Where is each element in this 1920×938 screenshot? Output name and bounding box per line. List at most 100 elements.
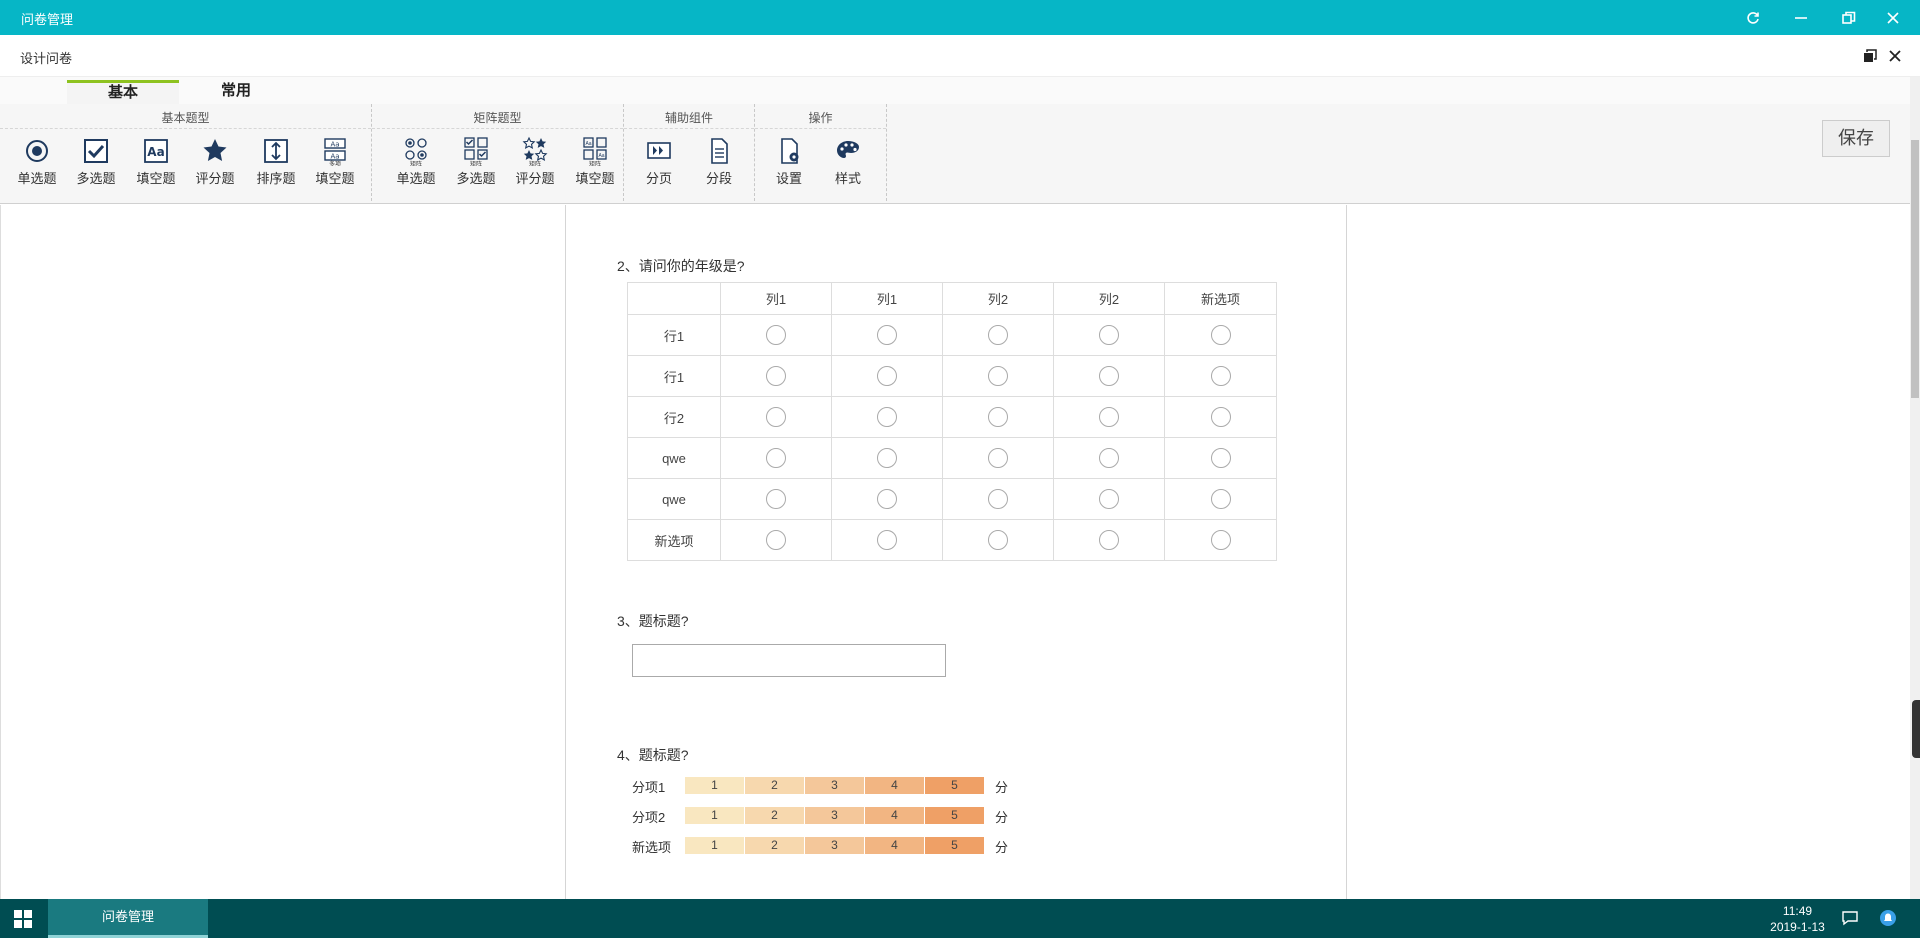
checkbox-icon xyxy=(84,139,108,163)
rating-cell[interactable]: 5 xyxy=(925,837,985,854)
style-button[interactable]: 样式 xyxy=(819,136,877,196)
rating-item-label: 分项2 xyxy=(632,810,666,825)
matrix-star-icon: 矩阵 xyxy=(522,136,548,166)
matrix-radio[interactable] xyxy=(988,530,1008,550)
scrollbar-thumb[interactable] xyxy=(1911,140,1919,398)
single-choice-button[interactable]: 单选题 xyxy=(8,136,66,196)
matrix-multi-choice-button[interactable]: 矩阵 多选题 xyxy=(447,136,505,196)
matrix-radio[interactable] xyxy=(877,407,897,427)
matrix-radio[interactable] xyxy=(877,489,897,509)
matrix-radio[interactable] xyxy=(1099,407,1119,427)
settings-icon xyxy=(781,138,799,164)
rating-cell[interactable]: 5 xyxy=(925,807,985,824)
rating-button[interactable]: 评分题 xyxy=(186,136,244,196)
tab-basic[interactable]: 基本 xyxy=(67,80,179,104)
restore-icon[interactable] xyxy=(1838,7,1860,29)
row-label: 行1 xyxy=(627,314,721,356)
windows-start-icon[interactable] xyxy=(14,910,32,928)
button-label: 多选题 xyxy=(76,172,116,187)
question-title: 2、请问你的年级是? xyxy=(617,258,745,274)
matrix-radio[interactable] xyxy=(766,530,786,550)
matrix-row: qwe xyxy=(627,437,1277,479)
multi-fill-blank-button[interactable]: Aa Aa 多项 填空题 xyxy=(306,136,364,196)
rating-cell[interactable]: 1 xyxy=(685,807,745,824)
matrix-radio[interactable] xyxy=(1099,489,1119,509)
matrix-radio[interactable] xyxy=(877,530,897,550)
page-title: 设计问卷 xyxy=(20,51,73,66)
svg-text:Aa: Aa xyxy=(330,153,339,161)
multi-text-field-icon: AaAa多项 xyxy=(324,138,346,166)
taskbar-app-item[interactable]: 问卷管理 xyxy=(48,899,208,938)
matrix-radio[interactable] xyxy=(988,448,1008,468)
close-panel-icon[interactable] xyxy=(1885,46,1905,66)
system-clock[interactable]: 11:49 2019-1-13 xyxy=(1760,903,1835,935)
rating-cell[interactable]: 1 xyxy=(685,837,745,854)
rating-cell[interactable]: 4 xyxy=(865,777,925,794)
rating-cell[interactable]: 2 xyxy=(745,837,805,854)
matrix-radio[interactable] xyxy=(1210,366,1231,386)
matrix-rating-button[interactable]: 矩阵 评分题 xyxy=(506,136,564,196)
matrix-fill-blank-button[interactable]: Aa Aa 矩阵 填空题 xyxy=(566,136,624,196)
rating-cell[interactable]: 3 xyxy=(805,807,865,824)
matrix-radio[interactable] xyxy=(766,448,786,468)
matrix-radio[interactable] xyxy=(877,448,897,468)
popout-icon[interactable] xyxy=(1860,46,1880,66)
radio-icon xyxy=(26,140,48,162)
matrix-radio[interactable] xyxy=(1210,407,1231,427)
matrix-radio[interactable] xyxy=(1210,530,1231,550)
matrix-radio[interactable] xyxy=(766,407,786,427)
matrix-radio[interactable] xyxy=(1099,366,1119,386)
matrix-radio[interactable] xyxy=(988,366,1008,386)
svg-text:矩阵: 矩阵 xyxy=(589,160,601,166)
rating-cell[interactable]: 5 xyxy=(925,777,985,794)
matrix-radio[interactable] xyxy=(877,325,897,345)
matrix-radio[interactable] xyxy=(988,325,1008,345)
page-break-button[interactable]: 分页 xyxy=(630,136,688,196)
save-button[interactable]: 保存 xyxy=(1822,120,1890,157)
close-icon[interactable] xyxy=(1882,7,1904,29)
refresh-icon[interactable] xyxy=(1742,7,1764,29)
matrix-table: 列1 列1 列2 列2 新选项 行1 行1 行2 qwe qwe 新选项 xyxy=(627,282,1277,561)
tab-common[interactable]: 常用 xyxy=(180,80,292,104)
matrix-radio[interactable] xyxy=(766,325,786,345)
sort-button[interactable]: 排序题 xyxy=(247,136,305,196)
rating-cell[interactable]: 2 xyxy=(745,777,805,794)
fill-blank-input[interactable] xyxy=(632,644,946,677)
rating-cell[interactable]: 4 xyxy=(865,807,925,824)
settings-button[interactable]: 设置 xyxy=(760,136,818,196)
minimize-icon[interactable] xyxy=(1790,7,1812,29)
matrix-radio[interactable] xyxy=(877,366,897,386)
column-header: 新选项 xyxy=(1164,282,1277,315)
matrix-radio[interactable] xyxy=(766,489,786,509)
fill-blank-button[interactable]: Aa 填空题 xyxy=(127,136,185,196)
svg-text:Aa: Aa xyxy=(330,141,339,149)
matrix-radio[interactable] xyxy=(1210,448,1231,468)
matrix-text-field-icon: AaAa矩阵 xyxy=(583,137,607,166)
rating-cell[interactable]: 4 xyxy=(865,837,925,854)
svg-text:多项: 多项 xyxy=(329,160,341,166)
matrix-radio[interactable] xyxy=(988,407,1008,427)
svg-text:矩阵: 矩阵 xyxy=(529,160,541,166)
matrix-radio[interactable] xyxy=(1099,325,1119,345)
side-panel-handle[interactable] xyxy=(1912,700,1920,758)
multi-choice-button[interactable]: 多选题 xyxy=(67,136,125,196)
rating-cell[interactable]: 3 xyxy=(805,837,865,854)
rating-cell[interactable]: 1 xyxy=(685,777,745,794)
matrix-single-choice-button[interactable]: 矩阵 单选题 xyxy=(387,136,445,196)
rating-cell[interactable]: 3 xyxy=(805,777,865,794)
matrix-header-row: 列1 列1 列2 列2 新选项 xyxy=(627,282,1277,315)
matrix-radio[interactable] xyxy=(1210,489,1231,509)
matrix-radio[interactable] xyxy=(1210,325,1231,345)
notification-icon[interactable] xyxy=(1878,909,1898,929)
matrix-radio[interactable] xyxy=(1099,448,1119,468)
matrix-radio[interactable] xyxy=(1099,530,1119,550)
matrix-radio[interactable] xyxy=(988,489,1008,509)
rating-cell[interactable]: 2 xyxy=(745,807,805,824)
matrix-checkbox-icon: 矩阵 xyxy=(464,137,488,166)
chat-icon[interactable] xyxy=(1840,909,1860,929)
matrix-radio[interactable] xyxy=(766,366,786,386)
matrix-corner xyxy=(627,282,721,315)
matrix-row: 行1 xyxy=(627,314,1277,356)
column-header: 列1 xyxy=(831,282,943,315)
section-button[interactable]: 分段 xyxy=(690,136,748,196)
